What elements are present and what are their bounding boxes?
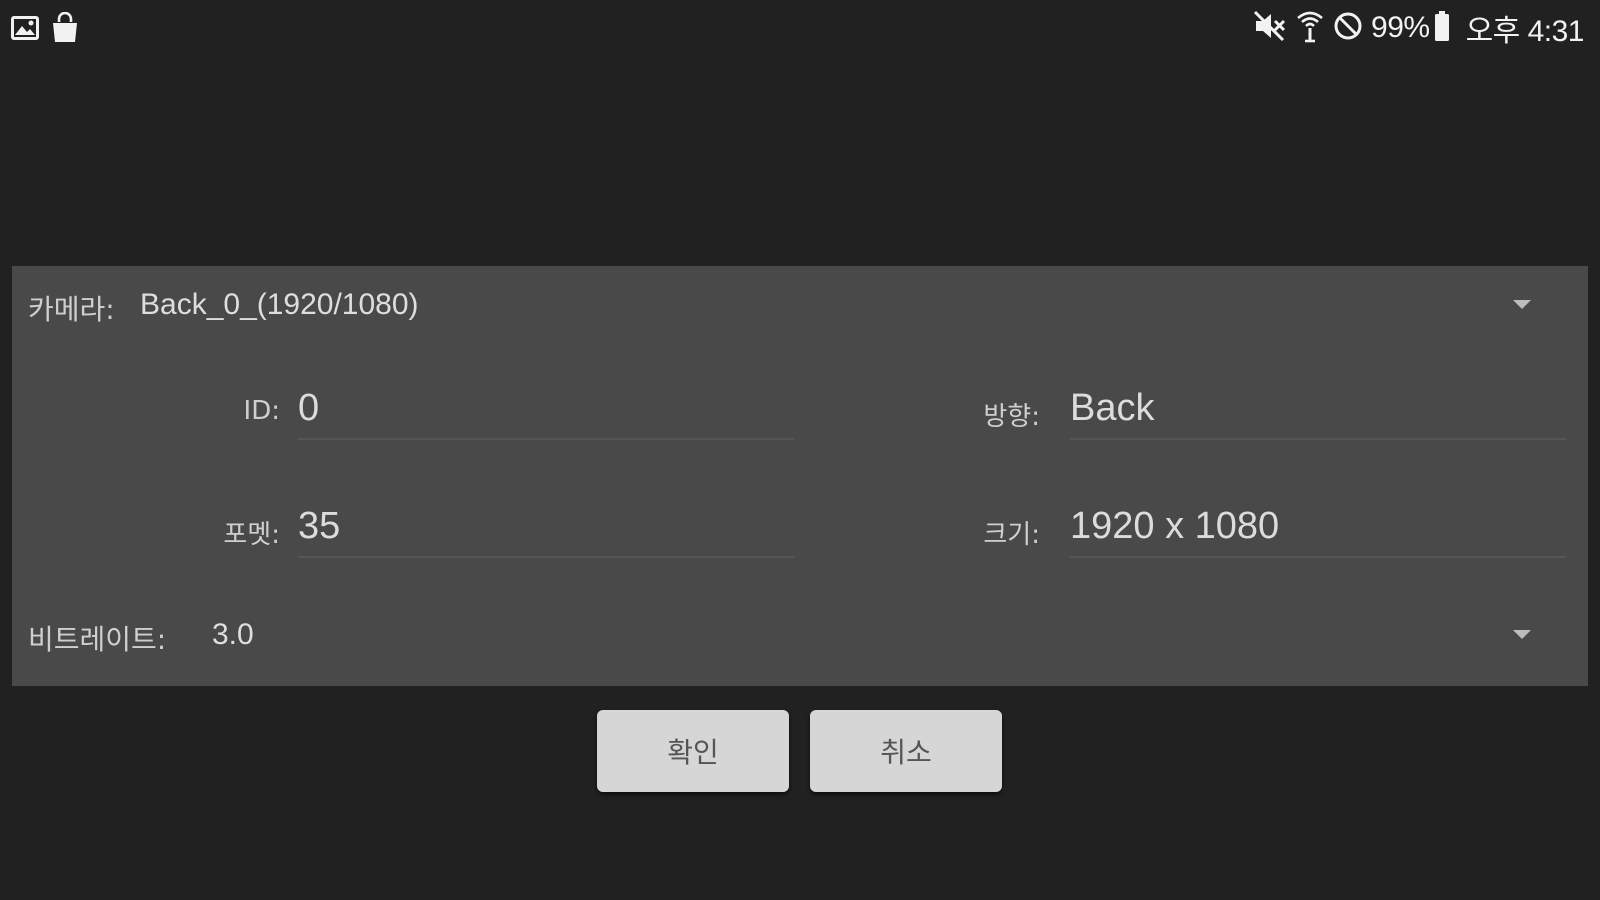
shopping-bag-icon xyxy=(50,11,80,48)
status-bar-notifications xyxy=(10,11,90,48)
status-bar-system: 99% 오후 4:31 xyxy=(1253,8,1585,48)
size-field[interactable]: 1920 x 1080 xyxy=(1070,500,1566,558)
direction-value: Back xyxy=(1070,387,1155,429)
format-value: 35 xyxy=(298,505,341,547)
id-value: 0 xyxy=(298,387,320,429)
wifi-icon xyxy=(1295,9,1325,47)
battery-icon xyxy=(1434,11,1450,45)
bitrate-spinner[interactable]: 비트레이트: 3.0 xyxy=(12,596,1588,676)
size-value: 1920 x 1080 xyxy=(1070,505,1280,547)
id-label: ID: xyxy=(243,396,280,426)
bitrate-value: 3.0 xyxy=(212,618,254,651)
direction-label: 방향: xyxy=(983,402,1040,432)
image-icon xyxy=(10,14,40,46)
confirm-button[interactable]: 확인 xyxy=(597,710,789,792)
format-field[interactable]: 35 xyxy=(298,500,794,558)
direction-field[interactable]: Back xyxy=(1070,382,1566,440)
battery-percent: 99% xyxy=(1371,11,1430,44)
format-label: 포멧: xyxy=(223,520,280,550)
id-field[interactable]: 0 xyxy=(298,382,794,440)
camera-value: Back_0_(1920/1080) xyxy=(140,288,419,321)
camera-label: 카메라: xyxy=(28,293,115,326)
chevron-down-icon xyxy=(1513,630,1531,639)
screen: 99% 오후 4:31 카메라: Back_0_(1920/1080) ID: … xyxy=(0,0,1600,900)
cancel-button[interactable]: 취소 xyxy=(810,710,1002,792)
chevron-down-icon xyxy=(1513,300,1531,309)
mute-icon xyxy=(1253,10,1287,46)
size-label: 크기: xyxy=(983,520,1040,550)
camera-settings-panel: 카메라: Back_0_(1920/1080) ID: 0 방향: Back 포… xyxy=(12,266,1588,686)
do-not-disturb-icon xyxy=(1333,11,1363,45)
status-bar: 99% 오후 4:31 xyxy=(0,0,1600,56)
bitrate-label: 비트레이트: xyxy=(28,623,167,656)
clock: 오후 4:31 xyxy=(1465,15,1585,48)
camera-spinner[interactable]: 카메라: Back_0_(1920/1080) xyxy=(12,266,1588,346)
